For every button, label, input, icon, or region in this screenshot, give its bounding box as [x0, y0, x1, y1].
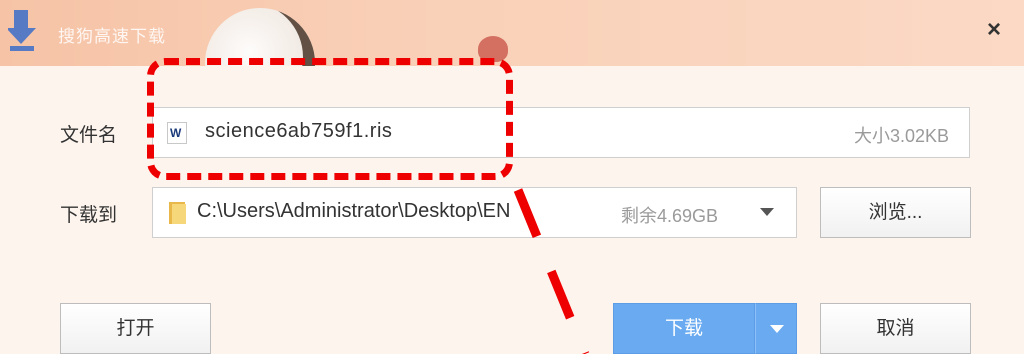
- open-button[interactable]: 打开: [60, 303, 211, 354]
- file-type-icon: W: [167, 122, 187, 144]
- download-path-value: C:\Users\Administrator\Desktop\EN: [197, 200, 511, 222]
- close-button[interactable]: ×: [982, 18, 1006, 42]
- browse-button[interactable]: 浏览...: [820, 187, 971, 238]
- download-options-button[interactable]: [755, 303, 797, 354]
- download-to-label: 下载到: [60, 205, 118, 226]
- title-bar: 搜狗高速下载 ×: [0, 0, 1024, 66]
- download-path-field[interactable]: C:\Users\Administrator\Desktop\EN 剩余4.69…: [152, 187, 797, 238]
- file-size: 大小3.02KB: [853, 126, 949, 146]
- filename-value: science6ab759f1.ris: [205, 120, 393, 142]
- filename-label: 文件名: [60, 125, 118, 146]
- download-app-icon: [8, 10, 36, 51]
- title-decoration-flower: [478, 36, 508, 62]
- free-space: 剩余4.69GB: [621, 206, 719, 226]
- chevron-down-icon: [770, 325, 784, 333]
- chevron-down-icon[interactable]: [760, 208, 774, 216]
- folder-icon: [169, 202, 186, 224]
- download-button[interactable]: 下载: [613, 303, 755, 354]
- window-title: 搜狗高速下载: [58, 27, 166, 46]
- filename-field[interactable]: W science6ab759f1.ris 大小3.02KB: [152, 107, 970, 158]
- cancel-button[interactable]: 取消: [820, 303, 971, 354]
- title-decoration: [205, 8, 315, 66]
